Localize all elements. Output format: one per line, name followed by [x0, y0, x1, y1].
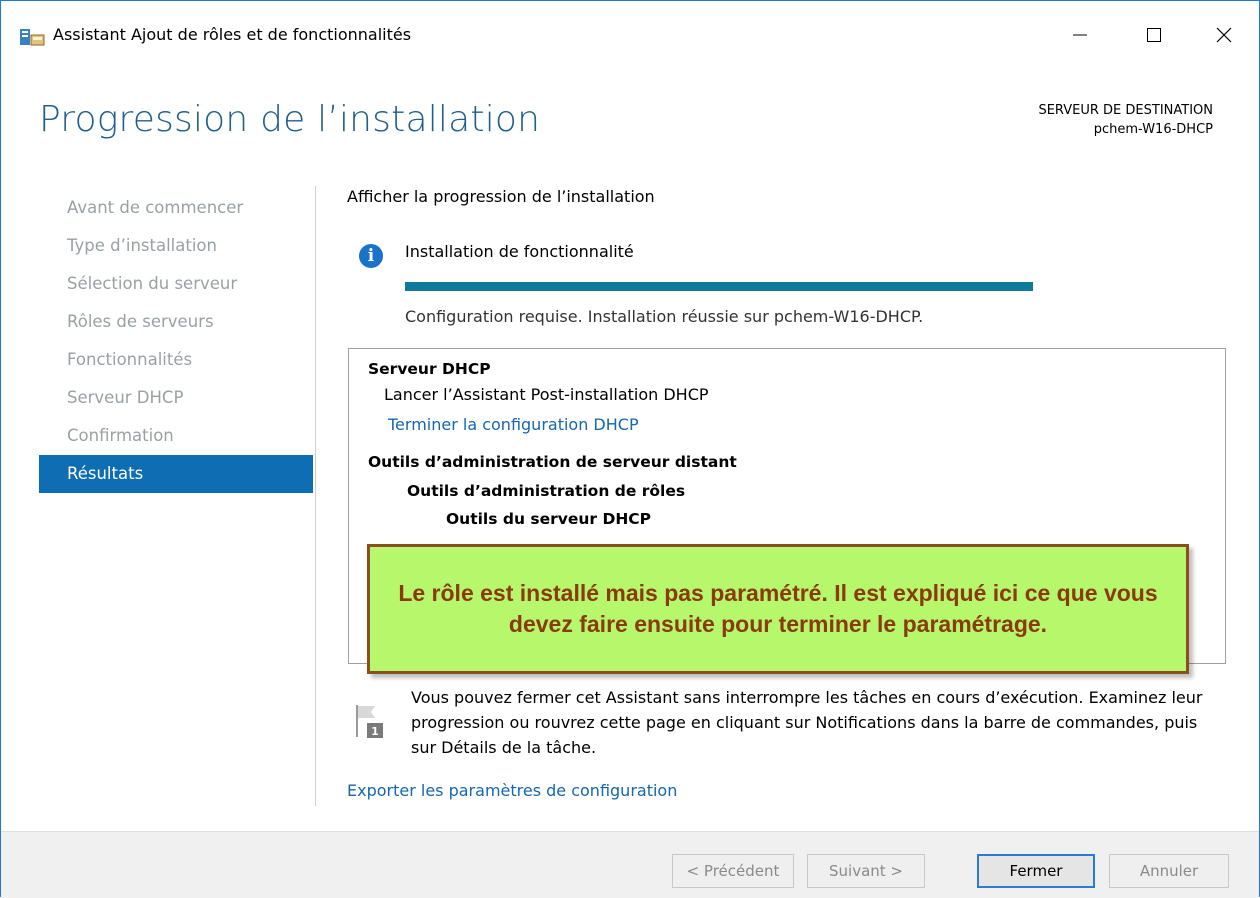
- close-window-button[interactable]: [1201, 17, 1247, 53]
- callout-text: Le rôle est installé mais pas paramétré.…: [398, 580, 1158, 637]
- annotation-callout: Le rôle est installé mais pas paramétré.…: [367, 544, 1189, 674]
- progress-fill: [405, 282, 1033, 291]
- install-status: Configuration requise. Installation réus…: [405, 307, 924, 326]
- page-title: Progression de l’installation: [39, 99, 541, 140]
- previous-button[interactable]: < Précédent: [672, 854, 794, 888]
- destination-label: SERVEUR DE DESTINATION: [1038, 103, 1213, 118]
- wizard-window: Assistant Ajout de rôles et de fonctionn…: [0, 0, 1260, 898]
- nav-divider: [315, 186, 316, 806]
- notification-flag-icon: 1: [356, 705, 383, 738]
- nav-item-fonctionnalites[interactable]: Fonctionnalités: [39, 341, 313, 379]
- maximize-icon: [1147, 28, 1161, 42]
- nav-item-serveur-dhcp[interactable]: Serveur DHCP: [39, 379, 313, 417]
- result-rsat-roles: Outils d’administration de rôles: [407, 482, 686, 500]
- result-dhcp-post: Lancer l’Assistant Post-installation DHC…: [384, 385, 709, 404]
- window-title: Assistant Ajout de rôles et de fonctionn…: [53, 25, 412, 44]
- maximize-button[interactable]: [1131, 17, 1177, 53]
- nav-item-selection-serveur[interactable]: Sélection du serveur: [39, 265, 313, 303]
- result-rsat-dhcp: Outils du serveur DHCP: [446, 510, 652, 528]
- nav-item-avant-de-commencer[interactable]: Avant de commencer: [39, 189, 313, 227]
- destination-server-name: pchem-W16-DHCP: [1093, 122, 1213, 137]
- destination-server: SERVEUR DE DESTINATION pchem-W16-DHCP: [1038, 101, 1213, 139]
- server-manager-icon: [20, 29, 45, 46]
- nav-item-type-installation[interactable]: Type d’installation: [39, 227, 313, 265]
- result-heading-rsat: Outils d’administration de serveur dista…: [368, 453, 737, 471]
- next-button[interactable]: Suivant >: [807, 854, 925, 888]
- nav-item-roles-serveurs[interactable]: Rôles de serveurs: [39, 303, 313, 341]
- close-button[interactable]: Fermer: [977, 854, 1095, 888]
- flag-badge: 1: [371, 725, 379, 738]
- export-config-link[interactable]: Exporter les paramètres de configuration: [347, 781, 677, 800]
- info-icon: i: [359, 244, 383, 268]
- terminer-config-dhcp-link[interactable]: Terminer la configuration DHCP: [388, 415, 639, 434]
- minimize-icon: [1073, 34, 1087, 36]
- background-note: Vous pouvez fermer cet Assistant sans in…: [411, 688, 1203, 757]
- install-label: Installation de fonctionnalité: [405, 242, 634, 261]
- cancel-button[interactable]: Annuler: [1109, 854, 1229, 888]
- minimize-button[interactable]: [1057, 17, 1103, 53]
- section-title: Afficher la progression de l’installatio…: [347, 187, 655, 206]
- progress-bar: [405, 282, 1033, 291]
- result-heading-dhcp: Serveur DHCP: [368, 360, 491, 378]
- nav-item-confirmation[interactable]: Confirmation: [39, 417, 313, 455]
- title-bar: Assistant Ajout de rôles et de fonctionn…: [1, 1, 1259, 69]
- wizard-steps-nav: Avant de commencer Type d’installation S…: [39, 189, 313, 493]
- nav-item-resultats[interactable]: Résultats: [39, 455, 313, 493]
- close-icon: [1216, 27, 1232, 43]
